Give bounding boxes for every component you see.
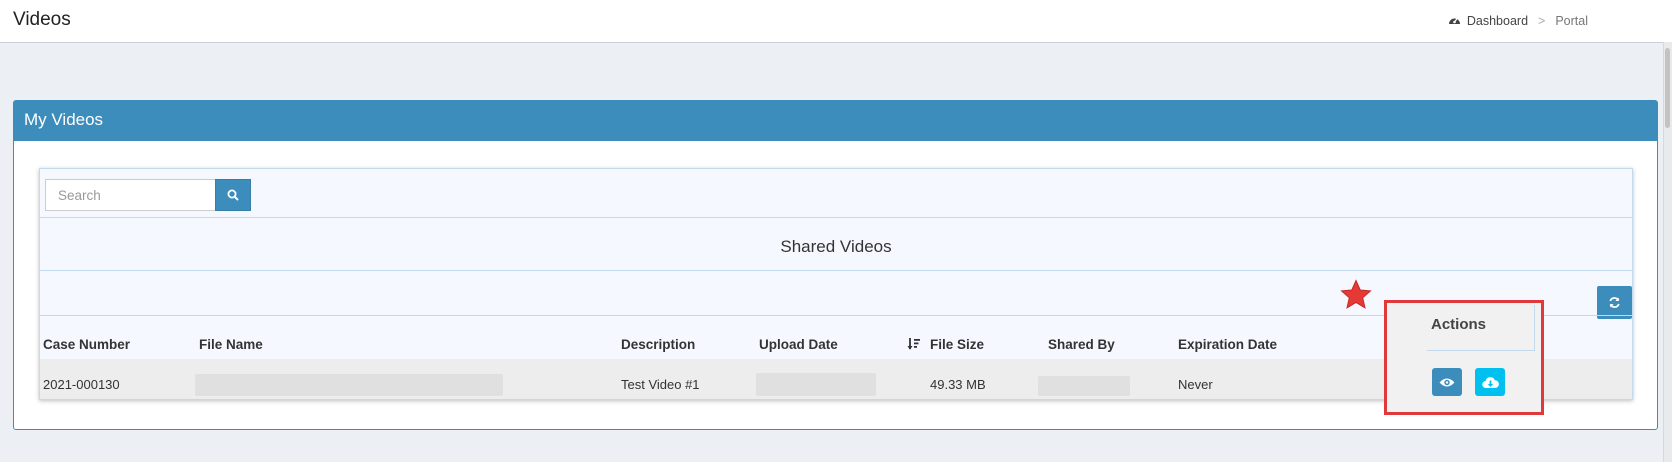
column-header-description[interactable]: Description <box>621 337 695 352</box>
cell-case-number: 2021-000130 <box>43 377 120 392</box>
column-header-upload-date[interactable]: Upload Date <box>759 337 838 352</box>
column-header-shared-by[interactable]: Shared By <box>1048 337 1115 352</box>
dashboard-icon <box>1448 14 1461 28</box>
column-header-actions: Actions <box>1427 305 1535 351</box>
box-title: My Videos <box>14 101 1657 141</box>
divider <box>40 270 1632 271</box>
sort-desc-icon[interactable] <box>907 337 921 356</box>
actions-highlight-box: Actions <box>1384 300 1544 415</box>
cell-description: Test Video #1 <box>621 377 700 392</box>
panel-title: Shared Videos <box>780 237 892 256</box>
view-video-button[interactable] <box>1432 368 1462 396</box>
top-bar: Videos Dashboard > Portal <box>0 0 1672 43</box>
eye-icon <box>1439 378 1455 386</box>
star-icon <box>1340 279 1372 309</box>
scrollbar-thumb[interactable] <box>1665 48 1670 128</box>
breadcrumb: Dashboard > Portal <box>1448 14 1588 28</box>
cell-expiration-date: Never <box>1178 377 1213 392</box>
breadcrumb-current: Portal <box>1555 14 1588 28</box>
cell-file-name-redacted <box>195 374 503 396</box>
breadcrumb-separator: > <box>1538 14 1546 28</box>
column-header-file-name[interactable]: File Name <box>199 337 263 352</box>
page-scrollbar[interactable] <box>1663 42 1672 462</box>
column-header-file-size[interactable]: File Size <box>930 337 984 352</box>
search-icon <box>227 189 239 201</box>
cloud-download-icon <box>1481 376 1499 388</box>
cell-file-size: 49.33 MB <box>930 377 986 392</box>
breadcrumb-dashboard-link[interactable]: Dashboard <box>1467 14 1528 28</box>
page-title: Videos <box>13 9 71 30</box>
divider <box>40 217 1632 218</box>
refresh-icon <box>1609 297 1620 308</box>
column-header-expiration-date[interactable]: Expiration Date <box>1178 337 1277 352</box>
cell-upload-date-redacted <box>756 373 876 396</box>
search-bar <box>45 179 251 211</box>
search-button[interactable] <box>215 179 251 211</box>
cell-shared-by-redacted <box>1038 376 1130 396</box>
search-input[interactable] <box>45 179 215 211</box>
column-header-case-number[interactable]: Case Number <box>43 337 130 352</box>
download-video-button[interactable] <box>1475 368 1505 396</box>
